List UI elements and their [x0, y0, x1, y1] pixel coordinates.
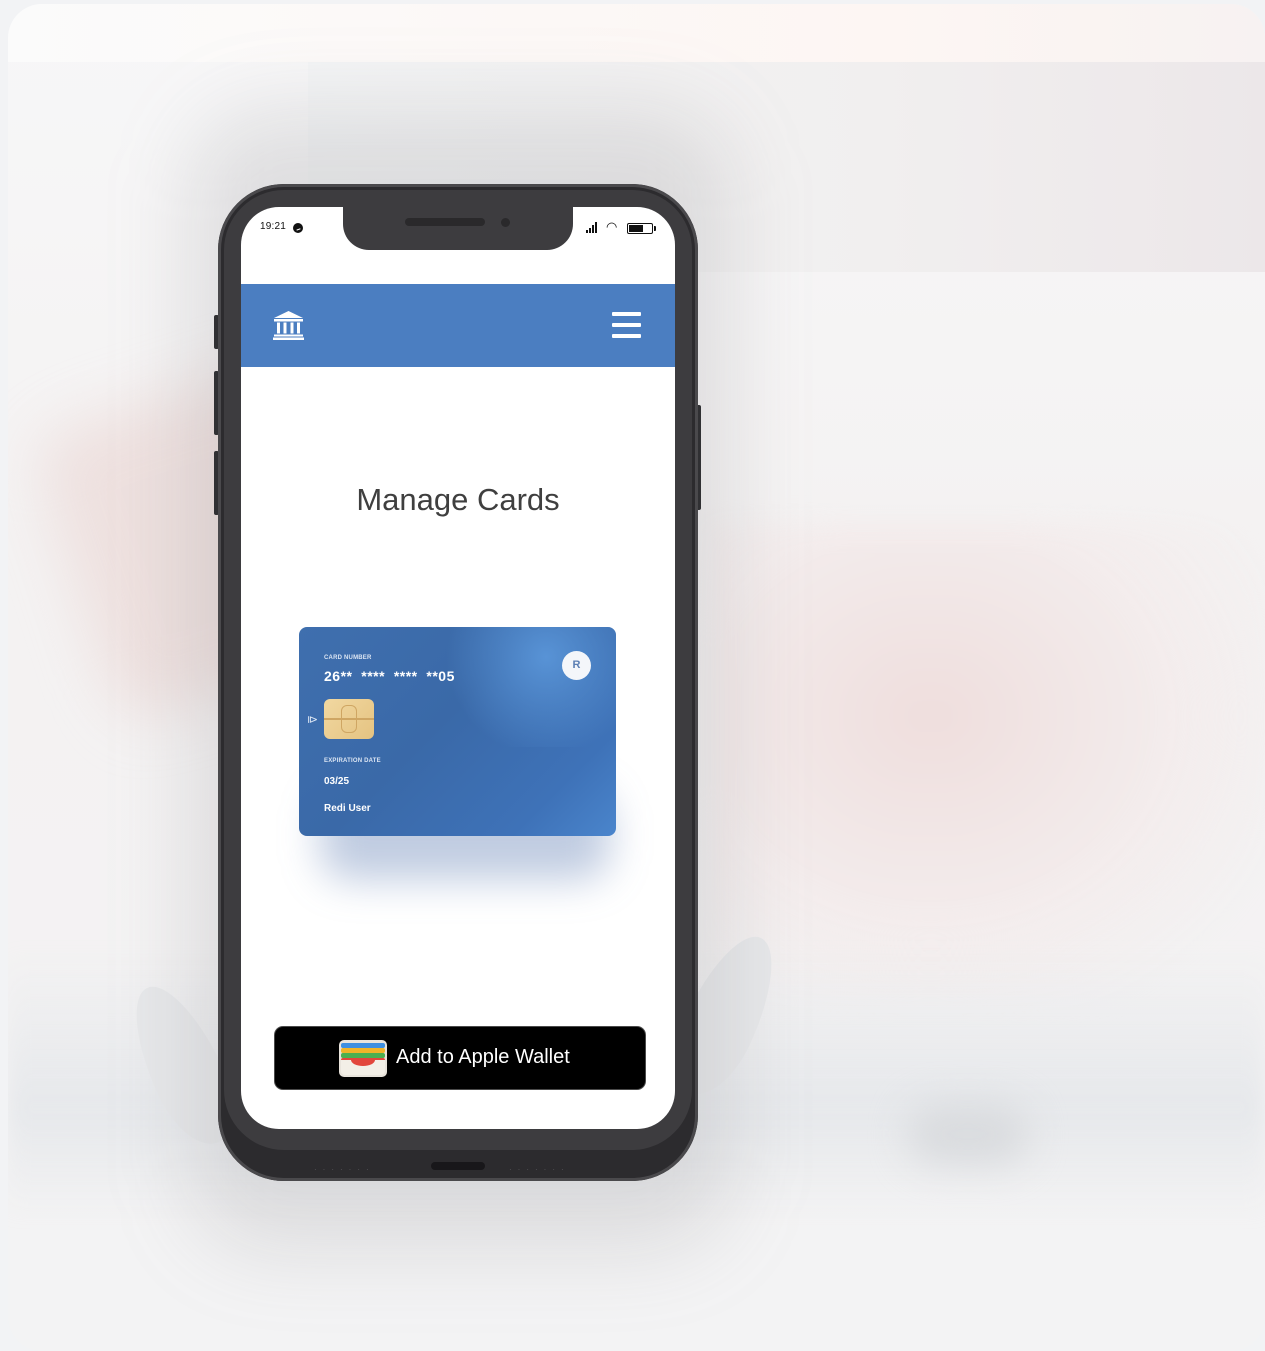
hamburger-menu-icon[interactable] [612, 312, 641, 338]
phone-home-bar [431, 1162, 485, 1170]
contactless-icon: ⧐ [307, 714, 318, 726]
card-expiry-label: EXPIRATION DATE [324, 758, 381, 764]
card-brand-logo: R [562, 651, 591, 680]
card-holder-name: Redi User [324, 803, 371, 814]
signal-icon [586, 222, 600, 233]
background-typing-blur [708, 524, 1265, 1004]
wifi-icon: ◠ [606, 219, 618, 234]
messenger-icon [293, 223, 303, 233]
card-number: 26** **** **** **05 [324, 668, 455, 684]
phone-camera [501, 218, 510, 227]
apple-wallet-icon [339, 1040, 387, 1077]
phone-speaker [405, 218, 485, 226]
card-number-label: CARD NUMBER [324, 655, 372, 661]
card-chip-icon [324, 699, 374, 739]
background-mouse-blur [908, 1104, 1028, 1164]
background-top-band [8, 4, 1265, 62]
app-header [241, 284, 675, 367]
phone-notch [343, 207, 573, 250]
add-to-apple-wallet-label: Add to Apple Wallet [396, 1046, 570, 1068]
page-title: Manage Cards [356, 482, 560, 517]
bank-icon[interactable] [273, 310, 304, 340]
card-expiry: 03/25 [324, 776, 350, 787]
phone-grille-right: ······· [509, 1165, 570, 1174]
status-time: 19:21 [260, 221, 287, 232]
phone-grille-left: ······· [314, 1165, 375, 1174]
battery-icon [627, 223, 656, 234]
